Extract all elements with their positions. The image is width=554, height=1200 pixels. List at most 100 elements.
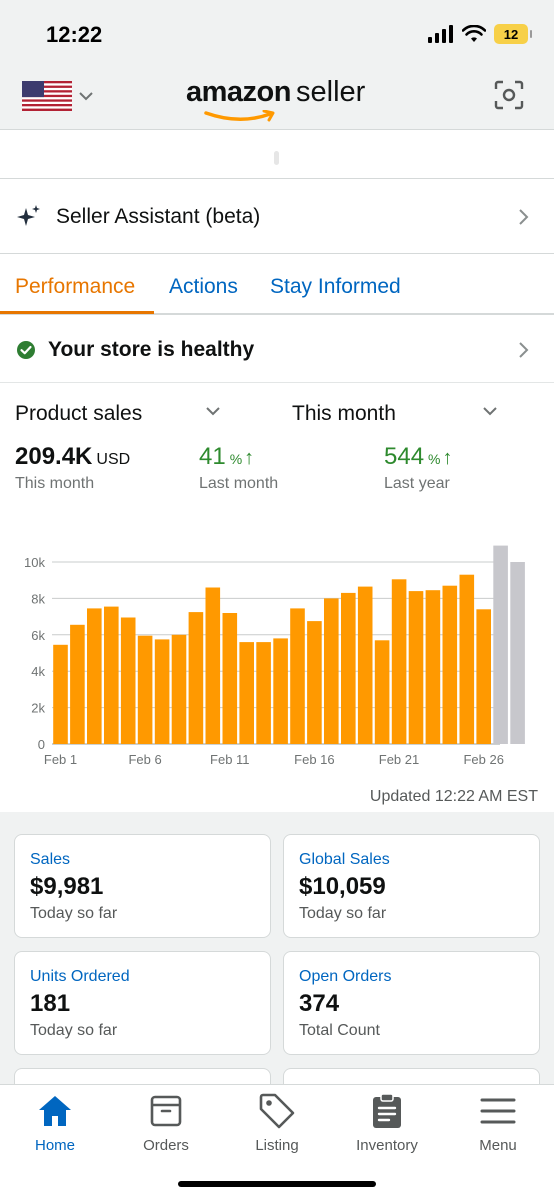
chart-bar bbox=[273, 638, 288, 744]
y-tick-label: 6k bbox=[31, 628, 45, 643]
metric-label: Last year bbox=[384, 475, 450, 492]
logo-seller-text: seller bbox=[296, 76, 366, 108]
card-sales[interactable]: Sales $9,981 Today so far bbox=[14, 834, 271, 938]
nav-label: Orders bbox=[143, 1137, 189, 1154]
chart-bar bbox=[408, 591, 424, 744]
chart-bar bbox=[120, 617, 136, 744]
nav-label: Inventory bbox=[356, 1137, 418, 1154]
chart-bar bbox=[290, 608, 305, 744]
logo-amazon-text: amazon bbox=[186, 76, 291, 108]
tab-stay-informed[interactable]: Stay Informed bbox=[270, 275, 401, 299]
metric-selector[interactable]: Product sales bbox=[15, 402, 142, 426]
marketplace-selector[interactable] bbox=[22, 81, 94, 111]
chart-bar bbox=[205, 587, 221, 744]
chart-bar bbox=[307, 621, 322, 744]
battery-indicator: 12 bbox=[494, 24, 532, 44]
chevron-down-icon[interactable] bbox=[482, 406, 498, 416]
card-title: Units Ordered bbox=[30, 968, 130, 985]
wifi-icon bbox=[462, 25, 486, 42]
metric-label: Last month bbox=[199, 475, 279, 492]
nav-inventory[interactable]: Inventory bbox=[332, 1091, 442, 1154]
dashboard-tabs: Performance Actions Stay Informed bbox=[0, 255, 554, 315]
chevron-down-icon bbox=[79, 92, 93, 101]
card-title: Open Orders bbox=[299, 968, 392, 985]
chart-bar bbox=[341, 592, 356, 744]
banner-handle bbox=[274, 151, 279, 165]
nav-listing[interactable]: Listing bbox=[222, 1091, 332, 1154]
tab-performance[interactable]: Performance bbox=[15, 275, 135, 299]
status-bar: 12:22 12 bbox=[0, 0, 554, 62]
sales-bar-chart: 0 2k 4k 6k 8k 10k Feb 1 Feb 6 Feb 11 Feb 16 Feb 21… bbox=[24, 545, 525, 767]
chart-bar bbox=[510, 562, 525, 744]
hamburger-icon bbox=[480, 1098, 516, 1124]
x-tick-label: Feb 11 bbox=[210, 752, 250, 767]
nav-label: Listing bbox=[255, 1137, 299, 1154]
arrow-up-icon: ↑ bbox=[442, 447, 453, 469]
chart-bar bbox=[70, 624, 85, 744]
nav-orders[interactable]: Orders bbox=[111, 1091, 221, 1154]
chart-bar bbox=[459, 574, 475, 744]
nav-home[interactable]: Home bbox=[0, 1091, 110, 1154]
chart-bar bbox=[374, 640, 390, 744]
collapsed-banner bbox=[0, 131, 554, 179]
card-open-orders[interactable]: Open Orders 374 Total Count bbox=[283, 951, 540, 1055]
metric-value: 41 bbox=[199, 443, 226, 470]
chart-bar bbox=[239, 642, 254, 744]
nav-menu[interactable]: Menu bbox=[443, 1091, 553, 1154]
y-tick-label: 4k bbox=[31, 664, 45, 679]
chevron-down-icon[interactable] bbox=[205, 406, 221, 416]
metric-value: 209.4K bbox=[15, 443, 93, 470]
tab-actions[interactable]: Actions bbox=[169, 275, 238, 299]
updated-timestamp: Updated 12:22 AM EST bbox=[369, 788, 538, 805]
home-indicator bbox=[178, 1181, 376, 1187]
card-units-ordered[interactable]: Units Ordered 181 Today so far bbox=[14, 951, 271, 1055]
x-tick-label: Feb 26 bbox=[463, 752, 503, 767]
arrow-up-icon: ↑ bbox=[244, 447, 255, 469]
y-tick-label: 0 bbox=[38, 737, 45, 752]
chart-bar bbox=[154, 639, 170, 744]
us-flag-icon bbox=[22, 81, 72, 111]
x-tick-label: Feb 16 bbox=[294, 752, 334, 767]
chart-bar bbox=[391, 579, 407, 744]
chart-bar bbox=[53, 644, 68, 744]
metric-last-year: 544% ↑ Last year bbox=[384, 443, 453, 493]
summary-cards-area: Sales $9,981 Today so far Global Sales $… bbox=[0, 812, 554, 1088]
card-value: 374 bbox=[299, 990, 340, 1017]
chart-bar bbox=[104, 606, 119, 744]
app-header: amazon seller bbox=[0, 62, 554, 130]
y-tick-label: 10k bbox=[24, 555, 45, 570]
orders-box-icon bbox=[150, 1095, 182, 1127]
chart-bar bbox=[476, 609, 491, 744]
card-value: $9,981 bbox=[30, 873, 104, 900]
card-global-sales[interactable]: Global Sales $10,059 Today so far bbox=[283, 834, 540, 938]
chart-bar bbox=[324, 598, 339, 744]
period-selector[interactable]: This month bbox=[292, 402, 396, 426]
scan-icon[interactable] bbox=[494, 80, 524, 110]
x-tick-label: Feb 21 bbox=[379, 752, 419, 767]
card-subtitle: Today so far bbox=[30, 1022, 118, 1039]
card-value: 181 bbox=[30, 990, 71, 1017]
store-health-label: Your store is healthy bbox=[48, 337, 255, 361]
check-circle-icon bbox=[17, 340, 35, 359]
logo-smile-icon bbox=[204, 110, 275, 122]
chart-bar bbox=[493, 545, 508, 744]
chart-bar bbox=[188, 612, 204, 744]
nav-label: Menu bbox=[479, 1137, 517, 1154]
chart-bar bbox=[171, 634, 187, 744]
chart-bar bbox=[222, 613, 238, 744]
seller-assistant-row[interactable]: Seller Assistant (beta) bbox=[0, 180, 554, 254]
metric-this-month: 209.4K USD This month bbox=[15, 443, 130, 493]
card-title: Global Sales bbox=[299, 851, 390, 868]
card-value: $10,059 bbox=[299, 873, 386, 900]
chart-bar bbox=[87, 608, 102, 744]
card-subtitle: Today so far bbox=[30, 905, 118, 922]
metric-last-month: 41% ↑ Last month bbox=[199, 443, 278, 493]
status-time: 12:22 bbox=[46, 22, 103, 47]
metric-unit: USD bbox=[96, 451, 131, 468]
amazon-seller-logo: amazon seller bbox=[186, 76, 376, 122]
chevron-right-icon bbox=[519, 341, 529, 358]
x-tick-label: Feb 6 bbox=[128, 752, 161, 767]
y-tick-label: 8k bbox=[31, 591, 45, 606]
store-health-row[interactable]: Your store is healthy bbox=[0, 317, 554, 383]
tag-icon bbox=[259, 1093, 295, 1129]
